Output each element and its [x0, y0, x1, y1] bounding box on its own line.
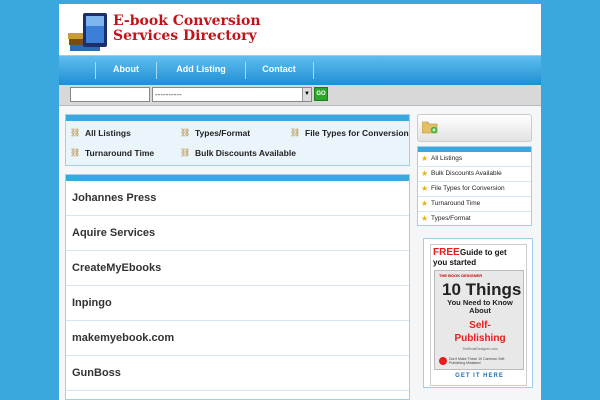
link-chain-icon: ⛓ [180, 148, 191, 157]
star-icon: ★ [421, 184, 429, 193]
folder-widget [417, 114, 532, 142]
main-nav: About Add Listing Contact [59, 55, 541, 85]
category-select-value: ---------- [155, 90, 182, 99]
listing-name[interactable]: GunBoss [72, 367, 121, 379]
sidebar-item-types-format[interactable]: ★ Types/Format [418, 212, 531, 227]
category-link-file-types[interactable]: File Types for Conversion [305, 128, 409, 138]
sidebar-item-label: File Types for Conversion [431, 185, 505, 192]
ad-sub-text: You Need to Know About [447, 298, 513, 315]
link-chain-icon: ⛓ [70, 128, 81, 137]
sidebar-item-label: All Listings [431, 155, 463, 162]
listings-box: Johannes Press Aquire Services CreateMyE… [65, 174, 410, 400]
chevron-down-icon[interactable]: ▼ [302, 88, 311, 101]
sidebar-item-file-types[interactable]: ★ File Types for Conversion [418, 182, 531, 197]
ad-book-cover[interactable]: THE BOOK DESIGNER 10 Things You Need to … [434, 270, 524, 370]
star-icon: ★ [421, 154, 429, 163]
ad-self-text: Self- [469, 320, 491, 331]
link-chain-icon: ⛓ [290, 128, 301, 137]
ad-fine-print: Don't Make These 10 Common Self-Publishi… [449, 357, 506, 365]
sidebar-item-label: Types/Format [431, 215, 471, 222]
list-item[interactable]: Aquire Services [66, 216, 409, 251]
nav-contact[interactable]: Contact [246, 56, 312, 86]
nav-about[interactable]: About [96, 56, 156, 86]
site-header: E-book Conversion Services Directory [59, 4, 541, 55]
category-link-bulk-discounts[interactable]: Bulk Discounts Available [195, 148, 296, 158]
page-container: E-book Conversion Services Directory Abo… [59, 4, 541, 400]
ad-cta-link[interactable]: GET IT HERE [431, 373, 528, 379]
listing-name[interactable]: makemyebook.com [72, 332, 174, 344]
sidebar-item-label: Bulk Discounts Available [431, 170, 502, 177]
category-select[interactable]: ---------- ▼ [152, 87, 312, 102]
sidebar-item-label: Turnaround Time [431, 200, 481, 207]
star-icon: ★ [421, 199, 429, 208]
site-title-line2: Services Directory [113, 28, 257, 44]
ad-started-text: you started [433, 258, 477, 267]
ad-guide-text: Guide to get [460, 248, 507, 257]
category-links-box: ⛓ All Listings ⛓ Types/Format ⛓ File Typ… [65, 114, 410, 166]
ad-badge-icon [439, 357, 447, 365]
star-icon: ★ [421, 214, 429, 223]
ad-big-text: 10 Things [442, 280, 522, 299]
ad-banner[interactable]: FREE Guide to get you started THE BOOK D… [423, 238, 533, 388]
search-input[interactable] [70, 87, 150, 102]
folder-add-icon[interactable] [422, 120, 438, 134]
search-bar: ---------- ▼ GO [59, 85, 541, 106]
ad-site-text: TheBookDesigner.com [462, 347, 498, 351]
books-logo-icon[interactable] [67, 11, 111, 53]
list-item[interactable]: Inpingo [66, 286, 409, 321]
sidebar-categories: ★ All Listings ★ Bulk Discounts Available … [417, 146, 532, 226]
listing-name[interactable]: Aquire Services [72, 227, 155, 239]
category-link-turnaround-time[interactable]: Turnaround Time [85, 148, 154, 158]
link-chain-icon: ⛓ [70, 148, 81, 157]
site-title[interactable]: E-book Conversion Services Directory [113, 14, 261, 44]
nav-add-listing[interactable]: Add Listing [157, 56, 245, 86]
category-link-all-listings[interactable]: All Listings [85, 128, 131, 138]
sidebar-item-bulk-discounts[interactable]: ★ Bulk Discounts Available [418, 167, 531, 182]
link-chain-icon: ⛓ [180, 128, 191, 137]
ad-content[interactable]: FREE Guide to get you started THE BOOK D… [430, 244, 527, 386]
ad-publishing-text: Publishing [454, 333, 506, 344]
go-button[interactable]: GO [314, 87, 328, 101]
nav-separator [313, 62, 314, 79]
listing-name[interactable]: Inpingo [72, 297, 112, 309]
list-item[interactable]: makemyebook.com [66, 321, 409, 356]
box-header-bar [66, 115, 409, 121]
list-item[interactable]: CreateMyEbooks [66, 251, 409, 286]
list-item[interactable]: Johannes Press [66, 181, 409, 216]
ad-free-text: FREE [433, 247, 460, 258]
star-icon: ★ [421, 169, 429, 178]
listing-name[interactable]: Johannes Press [72, 192, 156, 204]
category-link-types-format[interactable]: Types/Format [195, 128, 250, 138]
ad-brand: THE BOOK DESIGNER [439, 273, 483, 278]
sidebar-item-turnaround-time[interactable]: ★ Turnaround Time [418, 197, 531, 212]
listing-name[interactable]: CreateMyEbooks [72, 262, 161, 274]
site-title-line1: E-book Conversion [113, 13, 261, 29]
sidebar-item-all-listings[interactable]: ★ All Listings [418, 152, 531, 167]
list-item[interactable]: GunBoss [66, 356, 409, 391]
